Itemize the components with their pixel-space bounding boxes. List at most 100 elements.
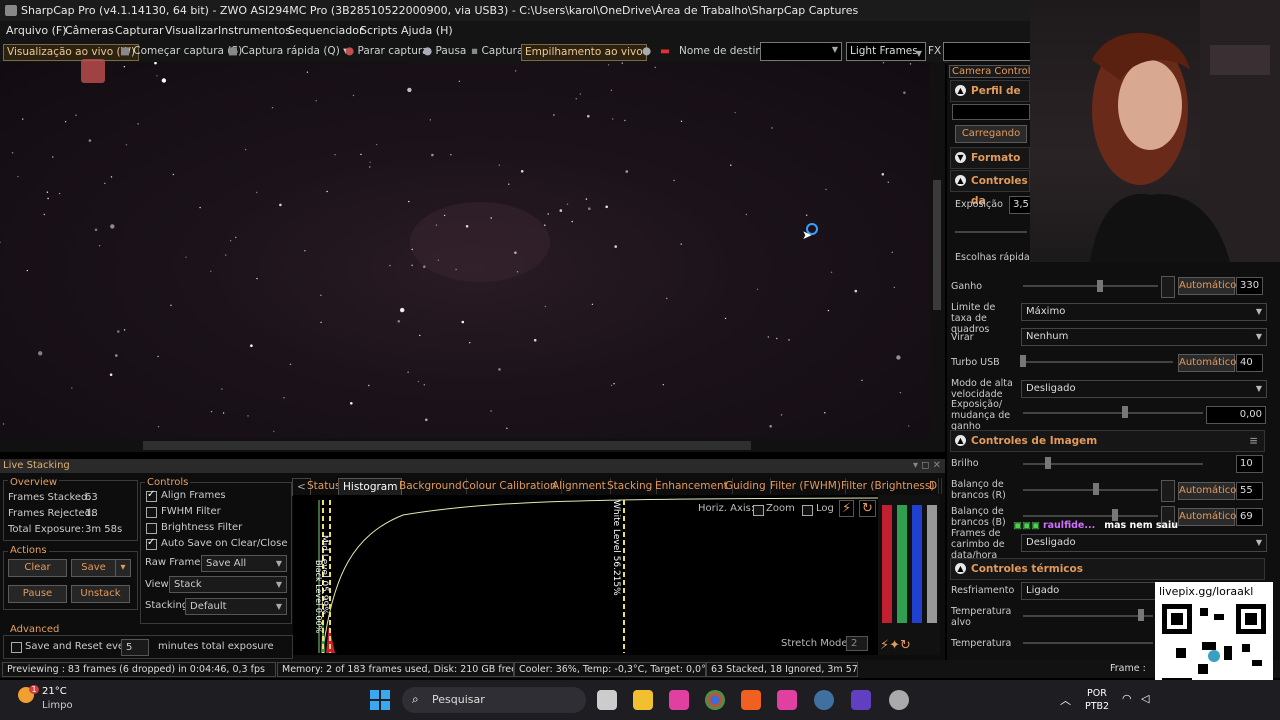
gain-auto-button[interactable]: Automático (1178, 277, 1236, 295)
tab-d[interactable]: D (925, 478, 943, 494)
thermal-section[interactable]: ▲ Controles térmicos (950, 558, 1265, 580)
controls-section[interactable]: ▲ Controles da (950, 170, 1030, 207)
align-frames-checkbox[interactable] (146, 489, 157, 502)
usb-turbo-value[interactable]: 40 (1236, 354, 1263, 372)
color-wheel-icon[interactable]: ● (642, 44, 651, 59)
wb-red-spinner[interactable] (1161, 480, 1175, 502)
view-select[interactable]: Stack ▼ (169, 576, 287, 593)
app-icon[interactable] (851, 690, 871, 710)
chrome-icon[interactable] (705, 690, 725, 710)
save-reset-checkbox[interactable] (11, 642, 22, 653)
tab-filter-fwhm[interactable]: Filter (FWHM) (766, 478, 846, 494)
wifi-icon[interactable]: ◠ (1122, 692, 1132, 705)
lum-level-slider[interactable] (927, 505, 937, 623)
file-explorer-icon[interactable] (633, 690, 653, 710)
red-level-slider[interactable] (882, 505, 892, 623)
histogram-plot[interactable]: Mid Level 05.99% Black Level 0.00% White… (293, 495, 879, 655)
menu-capture[interactable]: Capturar (115, 24, 163, 37)
panel-close-icon[interactable]: ▾ ◻ ✕ (913, 459, 941, 473)
fwhm-filter-checkbox[interactable] (146, 507, 157, 518)
unstack-button[interactable]: Unstack (71, 585, 130, 603)
profile-select[interactable] (952, 104, 1030, 120)
keyboard-layout-label[interactable]: PTB2 (1085, 701, 1109, 712)
color-level-sliders[interactable]: ⚡✦↻ (878, 495, 940, 655)
auto-stretch-icon[interactable]: ⚡ (839, 500, 855, 517)
log-checkbox[interactable] (802, 505, 813, 516)
wb-red-auto-button[interactable]: Automático (1178, 482, 1236, 500)
sharpcap-icon[interactable] (814, 690, 834, 710)
quick-capture-button[interactable]: ■ Captura rápida (Q) ▾ (228, 44, 348, 59)
reset-minutes-spinner[interactable]: 5 (121, 639, 149, 656)
menu-view[interactable]: Visualizar (165, 24, 218, 37)
image-controls-section[interactable]: ▲ Controles de Imagem ≡ (950, 430, 1265, 452)
flip-select[interactable]: Nenhum ▼ (1021, 328, 1267, 346)
horizontal-scroll-thumb[interactable] (143, 441, 751, 450)
green-level-slider[interactable] (897, 505, 907, 623)
brave-icon[interactable] (741, 690, 761, 710)
auto-save-checkbox[interactable] (146, 537, 157, 550)
brightness-knob[interactable] (1045, 457, 1051, 469)
menu-tools[interactable]: Instrumentos (218, 24, 291, 37)
chevron-up-icon[interactable]: ︿ (1060, 692, 1071, 708)
gain-slider[interactable] (1023, 285, 1158, 287)
blue-level-slider[interactable] (912, 505, 922, 623)
wb-red-value[interactable]: 55 (1236, 482, 1263, 500)
save-dropdown-button[interactable]: ▾ (115, 559, 131, 577)
app-icon[interactable] (669, 690, 689, 710)
menu-sequencer[interactable]: Sequenciador (288, 24, 364, 37)
live-view-button[interactable]: Visualização ao vivo (W) (3, 44, 140, 61)
exposure-value[interactable]: 3,5 (1009, 196, 1032, 214)
tab-histogram[interactable]: Histogram (338, 478, 403, 495)
camera-controls-tab[interactable]: Camera Controls (949, 65, 1039, 78)
fx-dropdown[interactable] (943, 42, 1032, 61)
tab-guiding[interactable]: Guiding (721, 478, 771, 494)
menu-scripts[interactable]: Scripts (360, 24, 398, 37)
tab-stacking[interactable]: Stacking (603, 478, 658, 494)
profile-section[interactable]: ▲Perfil de Gra (950, 80, 1030, 117)
menu-icon[interactable]: ≡ (1249, 431, 1258, 451)
timestamp-select[interactable]: Desligado ▼ (1021, 534, 1267, 552)
taskbar-search[interactable]: ⌕ Pesquisar (402, 687, 586, 713)
live-preview-image[interactable] (0, 62, 945, 438)
stacking-select[interactable]: Default ▼ (185, 598, 287, 615)
wb-blue-value[interactable]: 69 (1236, 508, 1263, 526)
brightness-filter-checkbox[interactable] (146, 523, 157, 534)
reset-icon[interactable]: ↻ (859, 500, 876, 517)
app-icon[interactable] (889, 690, 909, 710)
format-section[interactable]: ▼Formato e Á (950, 147, 1030, 184)
gain-value[interactable]: 330 (1236, 277, 1263, 295)
live-stack-button[interactable]: Empilhamento ao vivo (521, 44, 647, 61)
tab-background[interactable]: Background (395, 478, 467, 494)
gain-spinner[interactable] (1161, 276, 1175, 298)
wb-blue-auto-button[interactable]: Automático (1178, 508, 1236, 526)
target-temp-slider[interactable] (1023, 615, 1153, 617)
raw-frames-select[interactable]: Save All ▼ (201, 555, 287, 572)
volume-icon[interactable]: ◁ (1141, 692, 1149, 705)
usb-auto-button[interactable]: Automático (1178, 354, 1236, 372)
exposure-change-knob[interactable] (1122, 406, 1128, 418)
language-label[interactable]: POR (1087, 688, 1107, 699)
capture-button[interactable]: ▪ Captura (471, 44, 523, 59)
frame-rate-select[interactable]: Máximo ▼ (1021, 303, 1267, 321)
menu-file[interactable]: Arquivo (F) (6, 24, 67, 37)
overlay-badge-icon[interactable] (81, 59, 105, 83)
target-name-dropdown[interactable]: ▼ (760, 42, 842, 61)
brightness-value[interactable]: 10 (1236, 455, 1263, 473)
task-view-icon[interactable] (597, 690, 617, 710)
gain-slider-knob[interactable] (1097, 280, 1103, 292)
target-temp-knob[interactable] (1138, 609, 1144, 621)
wb-blue-slider[interactable] (1023, 515, 1158, 517)
clear-button[interactable]: Clear (8, 559, 67, 577)
pause-stack-button[interactable]: Pause (8, 585, 67, 603)
high-speed-select[interactable]: Desligado ▼ (1021, 380, 1267, 398)
exposure-change-slider[interactable] (1023, 412, 1203, 414)
app-icon[interactable] (777, 690, 797, 710)
tab-alignment[interactable]: Alignment (548, 478, 611, 494)
windows-start-icon[interactable] (370, 690, 390, 710)
stretch-mode-select[interactable]: 2 (846, 636, 868, 651)
pause-button[interactable]: ● Pausa (423, 44, 466, 59)
menu-cameras[interactable]: Câmeras (65, 24, 114, 37)
frame-type-dropdown[interactable]: Light Frames ▼ (846, 42, 926, 61)
usb-turbo-knob[interactable] (1020, 355, 1026, 367)
loading-button[interactable]: Carregando (955, 125, 1027, 143)
